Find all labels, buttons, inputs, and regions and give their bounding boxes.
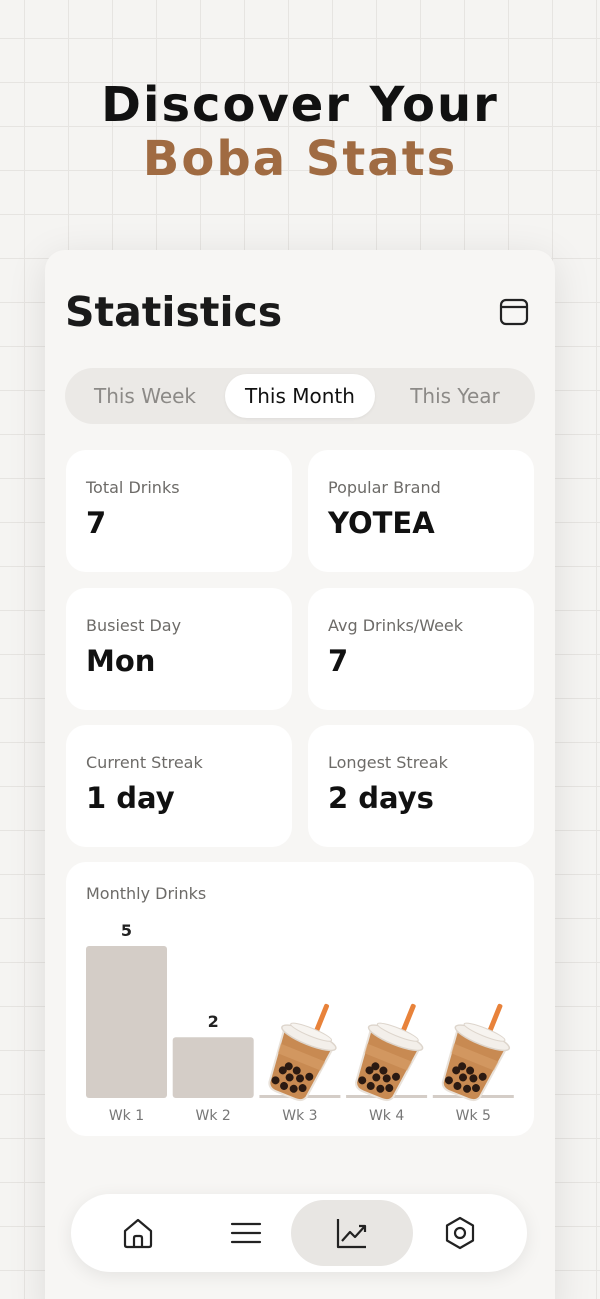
stat-card-popular-brand: Popular Brand YOTEA	[308, 450, 534, 572]
list-icon	[230, 1222, 262, 1244]
boba-tea-icon	[441, 1003, 511, 1102]
chart-data-label: 2	[208, 1012, 219, 1031]
stat-label: Longest Streak	[328, 753, 448, 772]
stat-value: 7	[328, 644, 349, 678]
stat-label: Current Streak	[86, 753, 203, 772]
stat-value: Mon	[86, 644, 156, 678]
monthly-drinks-chart: 5 Wk 1 2 Wk 2 Wk 3 Wk 4 Wk 5	[86, 921, 514, 1124]
chart-bar	[86, 946, 167, 1098]
period-segmented-control: This Week This Month This Year	[65, 368, 535, 424]
chart-title: Monthly Drinks	[86, 884, 207, 903]
stat-label: Avg Drinks/Week	[328, 616, 464, 635]
stat-card-avg-drinks-week: Avg Drinks/Week 7	[308, 588, 534, 710]
calendar-icon[interactable]	[499, 298, 529, 326]
nav-settings[interactable]	[399, 1200, 521, 1266]
chart-x-tick-label: Wk 2	[196, 1108, 231, 1124]
stat-label: Busiest Day	[86, 616, 182, 635]
home-icon	[123, 1218, 153, 1249]
headline-line-2: Boba Stats	[142, 131, 458, 187]
chart-bar	[172, 1037, 254, 1098]
chart-data-label: 5	[121, 921, 132, 940]
headline-line-1: Discover Your	[101, 77, 499, 133]
stat-card-total-drinks: Total Drinks 7	[66, 450, 292, 572]
boba-tea-icon	[268, 1003, 337, 1102]
stat-value: YOTEA	[328, 506, 435, 540]
tab-this-month[interactable]: This Month	[225, 374, 375, 418]
stat-card-longest-streak: Longest Streak 2 days	[308, 725, 534, 847]
chart-x-tick-label: Wk 3	[282, 1108, 317, 1124]
stat-card-current-streak: Current Streak 1 day	[66, 725, 292, 847]
boba-tea-icon	[355, 1003, 424, 1102]
page-title: Statistics	[65, 288, 283, 336]
chart-x-tick-label: Wk 5	[456, 1108, 491, 1124]
stat-label: Total Drinks	[86, 478, 180, 497]
stat-label: Popular Brand	[328, 478, 441, 497]
stat-value: 2 days	[328, 781, 434, 815]
app-screen: Statistics This Week This Month This Yea…	[45, 250, 555, 1299]
stat-card-busiest-day: Busiest Day Mon	[66, 588, 292, 710]
marketing-headline: Discover Your Boba Stats	[0, 78, 600, 186]
nav-list[interactable]	[185, 1200, 307, 1266]
chart-x-tick-label: Wk 4	[369, 1108, 404, 1124]
stat-value: 1 day	[86, 781, 175, 815]
chart-icon	[336, 1219, 367, 1249]
stat-value: 7	[86, 506, 107, 540]
nav-statistics[interactable]	[291, 1200, 413, 1266]
tab-this-week[interactable]: This Week	[75, 374, 215, 418]
monthly-drinks-chart-card: 5 Wk 1 2 Wk 2 Wk 3 Wk 4 Wk 5 Monthly Drinks	[66, 862, 534, 1136]
settings-icon	[445, 1216, 475, 1250]
bottom-navigation	[71, 1194, 527, 1272]
nav-home[interactable]	[77, 1200, 199, 1266]
tab-this-year[interactable]: This Year	[380, 374, 530, 418]
chart-x-tick-label: Wk 1	[109, 1108, 144, 1124]
